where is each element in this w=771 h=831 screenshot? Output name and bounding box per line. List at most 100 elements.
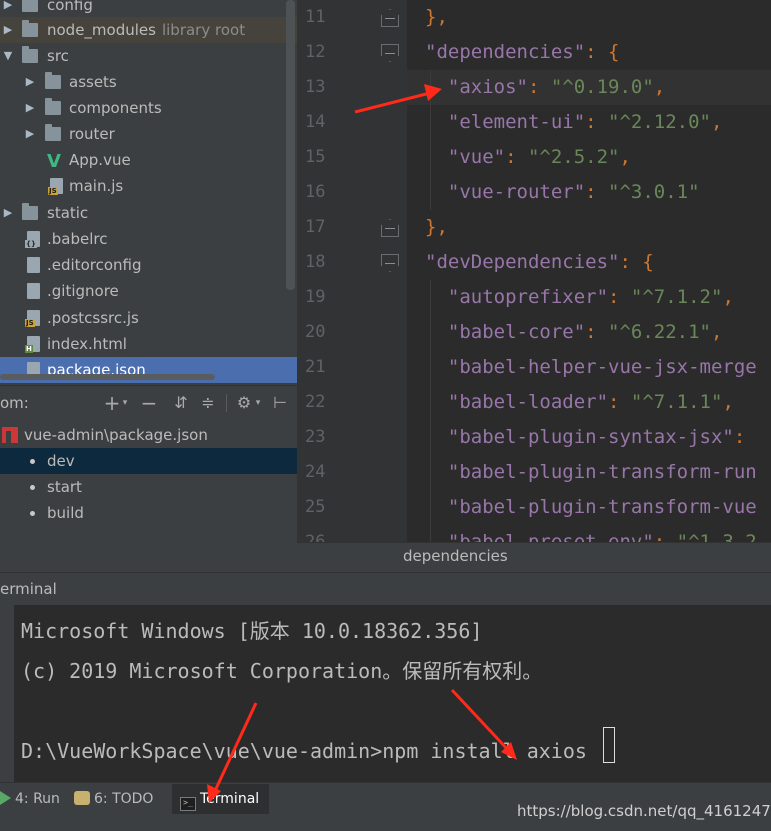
- line-number: 13: [305, 77, 326, 97]
- chevron-right-icon[interactable]: ▶: [2, 17, 14, 43]
- hide-panel-icon[interactable]: ⊢: [271, 392, 289, 414]
- code-line: "babel-core": "^6.22.1",: [425, 315, 723, 350]
- tree-item-label: .babelrc: [47, 230, 108, 248]
- code-token: "^7.1.2": [630, 286, 723, 308]
- code-editor[interactable]: 11 12 13 14 15 16 17 18 19 20 21 22 23 24 25 26 }, "depe…: [297, 0, 771, 542]
- code-token: "babel-loader": [425, 391, 609, 413]
- npm-toolbar: om: + ▾ − ⇵ ≑ ⚙ ▾ ⊢: [0, 386, 297, 420]
- tree-item-label: node_modules: [47, 21, 156, 39]
- line-number: 26: [305, 532, 326, 542]
- tree-item-label: main.js: [69, 177, 124, 195]
- tree-item-main-js[interactable]: JS main.js: [0, 173, 297, 199]
- npm-script-build[interactable]: build: [0, 500, 297, 526]
- code-token: "babel-core": [425, 321, 586, 343]
- code-token: ,: [653, 76, 666, 98]
- line-number: 21: [305, 357, 326, 377]
- tree-item-node-modules[interactable]: ▶ node_modules library root: [0, 17, 297, 43]
- sync-icon[interactable]: ⇵: [171, 392, 191, 414]
- js-file-icon: JS: [25, 310, 40, 327]
- terminal-line: Microsoft Windows [版本 10.0.18362.356]: [21, 619, 483, 643]
- line-number: 16: [305, 182, 326, 202]
- tree-item-index-html[interactable]: H index.html: [0, 331, 297, 357]
- npm-script-label: build: [47, 504, 84, 522]
- npm-script-dev[interactable]: dev: [0, 448, 297, 474]
- tree-item-components[interactable]: ▶ components: [0, 95, 297, 121]
- tree-item-postcssrc-js[interactable]: JS .postcssrc.js: [0, 305, 297, 331]
- script-bullet-icon: [30, 511, 35, 516]
- config-file-icon: {}: [25, 231, 40, 248]
- code-token: :: [585, 111, 609, 133]
- npm-script-start[interactable]: start: [0, 474, 297, 500]
- tree-item-static[interactable]: ▶ static: [0, 200, 297, 226]
- npm-root-label: vue-admin\package.json: [24, 426, 208, 444]
- tree-scrollbar[interactable]: [286, 0, 295, 290]
- code-token: : {: [585, 41, 620, 63]
- tree-item-app-vue[interactable]: V App.vue: [0, 147, 297, 173]
- tree-item-router[interactable]: ▶ router: [0, 121, 297, 147]
- code-token: :: [585, 181, 609, 203]
- script-bullet-icon: [30, 459, 35, 464]
- code-line: "vue": "^2.5.2",: [425, 140, 631, 175]
- tab-label: 6: TODO: [94, 791, 154, 807]
- add-icon[interactable]: +: [103, 392, 121, 414]
- code-token: :: [733, 426, 746, 448]
- line-number: 24: [305, 462, 326, 482]
- folder-icon: [22, 0, 38, 12]
- code-line: "autoprefixer": "^7.1.2",: [425, 280, 734, 315]
- npm-root-package[interactable]: vue-admin\package.json: [0, 422, 297, 448]
- tree-item-babelrc[interactable]: {} .babelrc: [0, 226, 297, 252]
- folder-icon: [22, 46, 38, 63]
- terminal-caret: [603, 727, 615, 763]
- tree-item-config[interactable]: ▶ config: [0, 0, 297, 18]
- code-token: "babel-plugin-transform-run: [425, 461, 757, 483]
- tree-item-label: .postcssrc.js: [47, 309, 139, 327]
- code-line: "vue-router": "^3.0.1": [425, 175, 700, 210]
- terminal-output[interactable]: Microsoft Windows [版本 10.0.18362.356] (c…: [14, 605, 771, 782]
- terminal-header: erminal: [0, 572, 771, 605]
- chevron-down-icon[interactable]: ▾: [120, 392, 130, 414]
- terminal-command-line[interactable]: D:\VueWorkSpace\vue\vue-admin>npm instal…: [21, 731, 587, 771]
- code-token: :: [585, 321, 609, 343]
- tab-todo[interactable]: 6: TODO: [74, 784, 159, 814]
- tree-item-assets[interactable]: ▶ assets: [0, 69, 297, 95]
- filter-icon[interactable]: ≑: [199, 392, 217, 414]
- tab-run[interactable]: 4: Run: [0, 784, 66, 814]
- folder-icon: [45, 72, 61, 89]
- tab-terminal[interactable]: >_ Terminal: [172, 784, 270, 814]
- tree-item-editorconfig[interactable]: .editorconfig: [0, 252, 297, 278]
- code-token: "element-ui": [425, 111, 586, 133]
- tool-window-bar: 4: Run 6: TODO >_ Terminal https://blog.c…: [0, 782, 771, 831]
- terminal-side-toolbar: [0, 605, 14, 782]
- chevron-right-icon[interactable]: ▶: [2, 0, 14, 18]
- chevron-right-icon[interactable]: ▶: [24, 95, 36, 121]
- tree-item-src[interactable]: ▼ src: [0, 43, 297, 69]
- code-token: "^2.12.0": [608, 111, 711, 133]
- npm-icon: [2, 427, 18, 443]
- chevron-right-icon[interactable]: ▶: [24, 121, 36, 147]
- script-bullet-icon: [30, 485, 35, 490]
- line-number: 25: [305, 497, 326, 517]
- code-token: "babel-plugin-syntax-jsx": [425, 426, 734, 448]
- terminal-title: erminal: [0, 580, 57, 598]
- code-line: },: [425, 0, 448, 35]
- chevron-down-icon[interactable]: ▾: [253, 392, 263, 414]
- tree-horizontal-scrollbar[interactable]: [0, 374, 215, 380]
- tab-label: Terminal: [200, 791, 260, 807]
- chevron-right-icon[interactable]: ▶: [2, 200, 14, 226]
- tree-item-label: App.vue: [69, 151, 131, 169]
- code-token: :: [653, 531, 677, 542]
- tree-item-gitignore[interactable]: .gitignore: [0, 278, 297, 304]
- tab-label: 4: Run: [15, 791, 60, 807]
- breadcrumb[interactable]: dependencies: [403, 547, 508, 565]
- collapse-icon[interactable]: −: [140, 392, 158, 414]
- line-number: 14: [305, 112, 326, 132]
- line-number: 23: [305, 427, 326, 447]
- code-token: },: [425, 6, 448, 28]
- chevron-down-icon[interactable]: ▼: [2, 43, 14, 69]
- code-token: },: [425, 216, 448, 238]
- gear-icon[interactable]: ⚙: [235, 392, 253, 414]
- tree-item-label: static: [47, 204, 89, 222]
- code-token: :: [608, 286, 631, 308]
- code-token: "^1.3.2: [676, 531, 757, 542]
- chevron-right-icon[interactable]: ▶: [24, 69, 36, 95]
